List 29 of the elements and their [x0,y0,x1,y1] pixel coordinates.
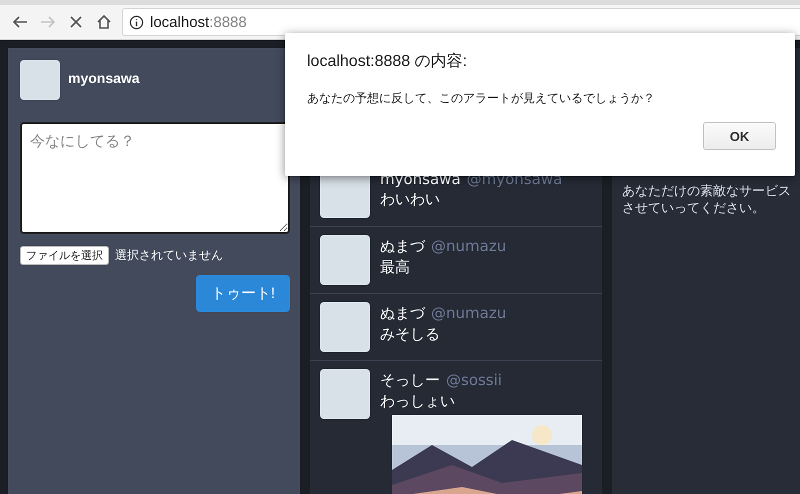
dialog-message: あなたの予想に反して、このアラートが見えているでしょうか？ [307,90,656,107]
avatar [20,60,60,100]
post-input-field[interactable]: 今なにしてる？ [20,122,290,234]
post-text: わいわい [380,190,441,209]
avatar [320,235,370,285]
avatar [320,302,370,352]
avatar [320,369,370,419]
post-text: わっしょい [380,392,456,411]
display-name: そっしー [380,371,440,390]
user-handle: @sossii [446,371,502,389]
display-name: myonsawa [380,170,461,188]
post-text: 最高 [380,258,411,277]
display-name: ぬまづ [380,237,425,256]
file-select-button[interactable]: ファイルを選択 [20,246,109,265]
address-field[interactable]: localhost:8888 [122,8,800,36]
toot-button[interactable]: トゥート! [196,275,290,312]
home-icon [95,13,113,31]
info-icon [129,14,144,30]
dialog-title: localhost:8888 の内容: [307,52,468,72]
post-text: みそしる [380,325,441,344]
file-status: 選択されていません [115,247,223,264]
user-handle: @numazu [431,237,506,255]
user-handle: @numazu [431,304,506,322]
info-text: あなただけの素敵なサービス [622,183,792,200]
url-text: localhost:8888 [150,14,247,30]
ok-button[interactable]: OK [703,122,776,150]
display-name: ぬまづ [380,304,425,323]
info-text: させていってください。 [622,200,766,217]
username: myonsawa [68,70,140,88]
